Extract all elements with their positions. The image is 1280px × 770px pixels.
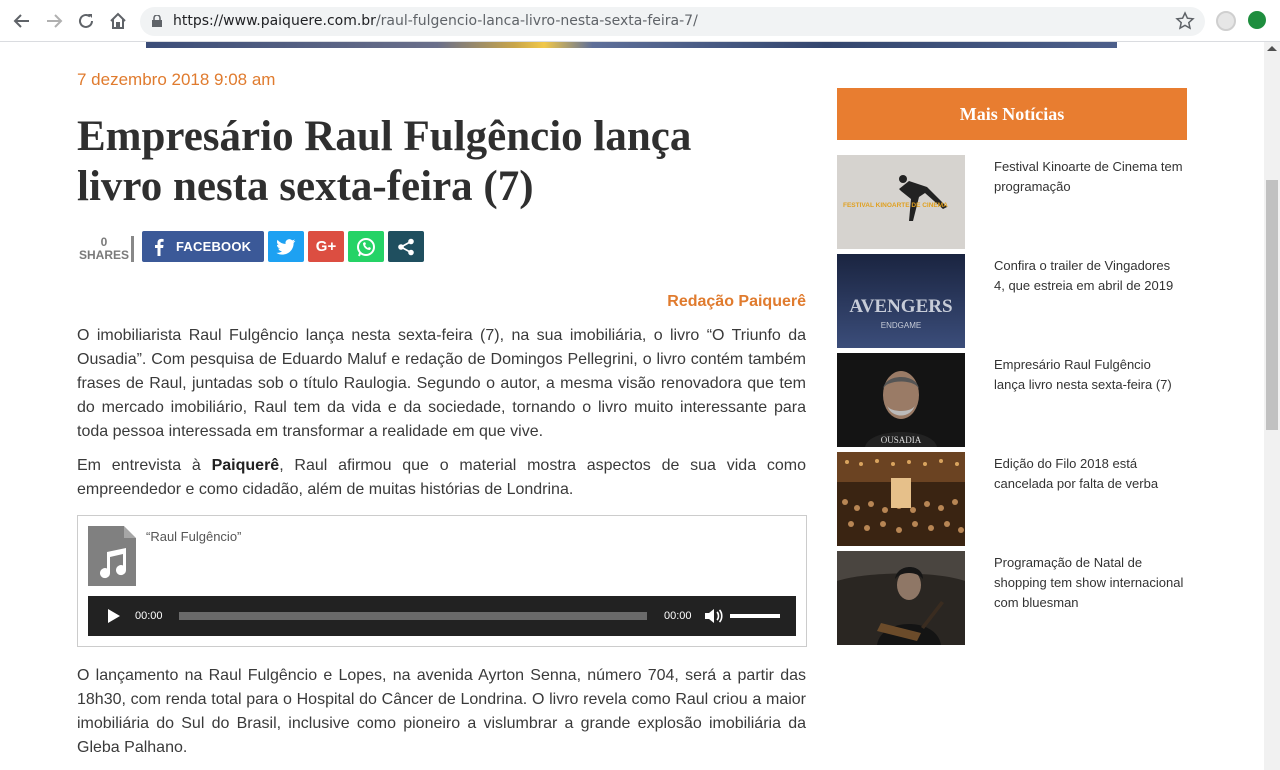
news-title[interactable]: Festival Kinoarte de Cinema tem programa… — [994, 157, 1184, 197]
sidebar-news-item[interactable]: FESTIVAL KINOARTE DE CINEMA Festival Kin… — [837, 155, 1187, 249]
volume-icon[interactable] — [704, 607, 724, 625]
url-path: /raul-fulgencio-lanca-livro-nesta-sexta-… — [375, 13, 698, 29]
sidebar-news-item[interactable]: AVENGERS ENDGAME Confira o trailer de Vi… — [837, 254, 1187, 348]
audio-player: 00:00 00:00 — [88, 596, 796, 636]
play-icon[interactable] — [108, 609, 120, 623]
news-thumbnail[interactable]: FESTIVAL KINOARTE DE CINEMA — [837, 155, 965, 249]
audio-embed: “Raul Fulgêncio” 00:00 00:00 — [77, 515, 807, 647]
address-bar[interactable]: https://www.paiquere.com.br/raul-fulgenc… — [140, 7, 1205, 36]
extension-icon[interactable] — [1248, 11, 1266, 29]
thumb-subtext: ENDGAME — [881, 321, 921, 330]
news-title[interactable]: Edição do Filo 2018 está cancelada por f… — [994, 454, 1184, 494]
news-thumbnail[interactable]: AVENGERS ENDGAME — [837, 254, 965, 348]
forward-arrow-icon[interactable] — [43, 10, 65, 32]
url-host: https://www.paiquere.com.br — [173, 13, 376, 29]
thumb-text: AVENGERS — [849, 296, 952, 317]
news-thumbnail[interactable] — [837, 452, 965, 546]
top-banner-image — [146, 42, 1117, 48]
whatsapp-share-button[interactable] — [348, 231, 384, 262]
sidebar-heading: Mais Notícias — [837, 88, 1187, 140]
article-paragraph-2: Em entrevista à Paiquerê, Raul afirmou q… — [77, 454, 806, 502]
scrollbar-thumb[interactable] — [1266, 180, 1278, 430]
facebook-icon — [155, 238, 164, 256]
paragraph-2-text-start: Em entrevista à — [77, 457, 212, 474]
share-icon — [398, 238, 414, 255]
paragraph-2-bold: Paiquerê — [211, 457, 280, 474]
news-thumbnail[interactable]: OUSADIA — [837, 353, 965, 447]
article-author: Redação Paiquerê — [667, 293, 806, 310]
sidebar-news-item[interactable]: Programação de Natal de shopping tem sho… — [837, 551, 1187, 645]
url-text: https://www.paiquere.com.br/raul-fulgenc… — [173, 13, 698, 29]
browser-toolbar: https://www.paiquere.com.br/raul-fulgenc… — [0, 0, 1280, 42]
lock-icon — [152, 15, 162, 27]
facebook-share-label: FACEBOOK — [176, 239, 252, 254]
reload-icon[interactable] — [75, 10, 97, 32]
share-count-number: 0 — [100, 235, 108, 249]
share-count-label: SHARES — [78, 248, 129, 262]
googleplus-icon: G+ — [315, 238, 337, 255]
news-title[interactable]: Empresário Raul Fulgêncio lança livro ne… — [994, 355, 1184, 395]
news-title[interactable]: Programação de Natal de shopping tem sho… — [994, 553, 1184, 613]
whatsapp-icon — [357, 237, 375, 256]
facebook-share-button[interactable]: FACEBOOK — [142, 231, 264, 262]
twitter-icon — [276, 238, 296, 255]
twitter-share-button[interactable] — [268, 231, 304, 262]
article-title: Empresário Raul Fulgêncio lança livro ne… — [77, 113, 692, 210]
audio-caption: “Raul Fulgêncio” — [146, 529, 242, 544]
audio-total-time: 00:00 — [664, 610, 692, 622]
news-title[interactable]: Confira o trailer de Vingadores 4, que e… — [994, 256, 1184, 296]
home-icon[interactable] — [107, 10, 129, 32]
audio-current-time: 00:00 — [135, 610, 163, 622]
profile-avatar-icon[interactable] — [1216, 11, 1236, 31]
scroll-up-arrow-icon[interactable] — [1267, 46, 1277, 51]
back-arrow-icon[interactable] — [11, 10, 33, 32]
sidebar-news-item[interactable]: Edição do Filo 2018 está cancelada por f… — [837, 452, 1187, 546]
article-paragraph-3: O lançamento na Raul Fulgêncio e Lopes, … — [77, 667, 806, 756]
thumb-text: FESTIVAL KINOARTE DE CINEMA — [843, 202, 948, 209]
googleplus-share-button[interactable]: G+ — [308, 231, 344, 262]
bookmark-star-icon[interactable] — [1175, 11, 1195, 31]
audio-progress-bar[interactable] — [179, 612, 647, 620]
news-thumbnail[interactable] — [837, 551, 965, 645]
article-paragraph-1: O imobiliarista Raul Fulgêncio lança nes… — [77, 327, 806, 440]
sidebar-news-item[interactable]: OUSADIA Empresário Raul Fulgêncio lança … — [837, 353, 1187, 447]
article-date: 7 dezembro 2018 9:08 am — [77, 70, 276, 89]
music-file-icon — [88, 526, 136, 586]
more-share-button[interactable] — [388, 231, 424, 262]
share-count: 0 SHARES — [77, 236, 134, 262]
thumb-text: OUSADIA — [881, 435, 922, 445]
volume-slider[interactable] — [730, 614, 780, 618]
